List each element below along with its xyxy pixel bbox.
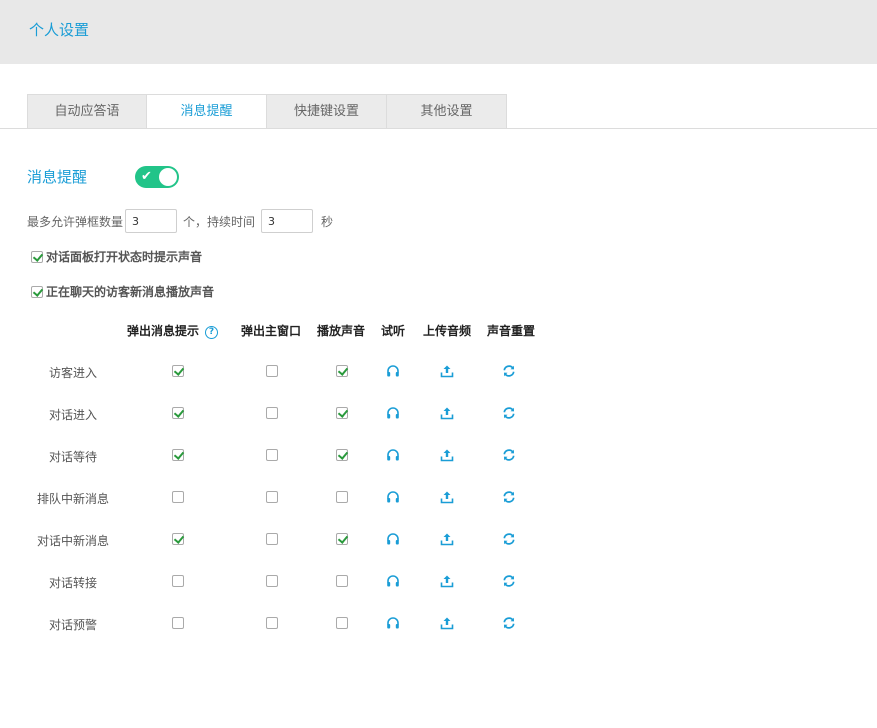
page-header: 个人设置 xyxy=(0,0,877,64)
row-label: 对话转接 xyxy=(48,576,97,590)
refresh-icon[interactable] xyxy=(502,490,516,504)
tab-divider xyxy=(0,128,877,129)
upload-icon[interactable] xyxy=(440,490,454,504)
col-header-popup: 弹出消息提示? xyxy=(127,322,219,339)
refresh-icon[interactable] xyxy=(502,616,516,630)
headphones-icon[interactable] xyxy=(386,406,400,420)
col-header-reset: 声音重置 xyxy=(487,324,536,338)
popup-checkbox[interactable] xyxy=(172,407,184,419)
main-window-checkbox[interactable] xyxy=(266,365,278,377)
popup-checkbox[interactable] xyxy=(172,617,184,629)
upload-icon[interactable] xyxy=(440,364,454,378)
col-header-preview: 试听 xyxy=(381,324,406,338)
col-header-upload: 上传音频 xyxy=(423,324,472,338)
headphones-icon[interactable] xyxy=(386,364,400,378)
upload-icon[interactable] xyxy=(440,616,454,630)
play-sound-checkbox[interactable] xyxy=(336,575,348,587)
section-title: 消息提醒 xyxy=(27,168,88,186)
tab-shortcuts[interactable]: 快捷键设置 xyxy=(267,94,387,129)
headphones-icon[interactable] xyxy=(386,616,400,630)
option-label: 正在聊天的访客新消息播放声音 xyxy=(46,285,215,299)
headphones-icon[interactable] xyxy=(386,448,400,462)
play-sound-checkbox[interactable] xyxy=(336,617,348,629)
max-popups-label: 最多允许弹框数量 xyxy=(27,214,124,229)
main-window-checkbox[interactable] xyxy=(266,575,278,587)
duration-input[interactable] xyxy=(261,209,314,233)
message-alert-toggle[interactable]: ✔ xyxy=(135,166,179,188)
headphones-icon[interactable] xyxy=(386,574,400,588)
popup-checkbox[interactable] xyxy=(172,533,184,545)
row-label: 对话中新消息 xyxy=(36,534,109,548)
col-header-play-sound: 播放声音 xyxy=(317,324,366,338)
play-sound-checkbox[interactable] xyxy=(336,365,348,377)
main-window-checkbox[interactable] xyxy=(266,407,278,419)
help-icon[interactable]: ? xyxy=(205,326,219,339)
row-label: 排队中新消息 xyxy=(36,492,109,506)
row-label: 对话预警 xyxy=(48,618,97,632)
option-label: 对话面板打开状态时提示声音 xyxy=(46,250,203,264)
refresh-icon[interactable] xyxy=(502,574,516,588)
upload-icon[interactable] xyxy=(440,574,454,588)
panel-open-sound-checkbox[interactable] xyxy=(31,250,43,263)
settings-tabs: 自动应答语 消息提醒 快捷键设置 其他设置 xyxy=(27,94,507,129)
play-sound-checkbox[interactable] xyxy=(336,407,348,419)
popup-checkbox[interactable] xyxy=(172,449,184,461)
play-sound-checkbox[interactable] xyxy=(336,491,348,503)
main-window-checkbox[interactable] xyxy=(266,533,278,545)
headphones-icon[interactable] xyxy=(386,532,400,546)
main-window-checkbox[interactable] xyxy=(266,449,278,461)
option-panel-open-sound: 对话面板打开状态时提示声音 xyxy=(31,248,202,265)
refresh-icon[interactable] xyxy=(502,448,516,462)
popup-checkbox[interactable] xyxy=(172,365,184,377)
popup-limit-row: 最多允许弹框数量 个，持续时间 秒 xyxy=(27,209,333,233)
upload-icon[interactable] xyxy=(440,448,454,462)
page-title: 个人设置 xyxy=(29,21,90,39)
tab-auto-reply[interactable]: 自动应答语 xyxy=(27,94,147,129)
toggle-knob xyxy=(159,168,177,186)
popup-checkbox[interactable] xyxy=(172,575,184,587)
col-header-main-window: 弹出主窗口 xyxy=(241,324,302,338)
play-sound-checkbox[interactable] xyxy=(336,533,348,545)
row-label: 对话等待 xyxy=(48,450,97,464)
duration-label: 个，持续时间 xyxy=(183,214,256,229)
tab-message-alert[interactable]: 消息提醒 xyxy=(147,94,267,129)
refresh-icon[interactable] xyxy=(502,406,516,420)
upload-icon[interactable] xyxy=(440,406,454,420)
chatting-visitor-sound-checkbox[interactable] xyxy=(31,285,43,298)
tab-other-settings[interactable]: 其他设置 xyxy=(387,94,507,129)
col-header-popup-label: 弹出消息提示 xyxy=(127,324,200,338)
refresh-icon[interactable] xyxy=(502,532,516,546)
main-window-checkbox[interactable] xyxy=(266,617,278,629)
upload-icon[interactable] xyxy=(440,532,454,546)
option-chatting-visitor-sound: 正在聊天的访客新消息播放声音 xyxy=(31,283,214,300)
popup-checkbox[interactable] xyxy=(172,491,184,503)
row-label: 访客进入 xyxy=(48,366,97,380)
refresh-icon[interactable] xyxy=(502,364,516,378)
seconds-unit: 秒 xyxy=(321,214,334,229)
row-label: 对话进入 xyxy=(48,408,97,422)
play-sound-checkbox[interactable] xyxy=(336,449,348,461)
headphones-icon[interactable] xyxy=(386,490,400,504)
check-icon: ✔ xyxy=(141,169,152,184)
max-popups-input[interactable] xyxy=(125,209,178,233)
main-window-checkbox[interactable] xyxy=(266,491,278,503)
